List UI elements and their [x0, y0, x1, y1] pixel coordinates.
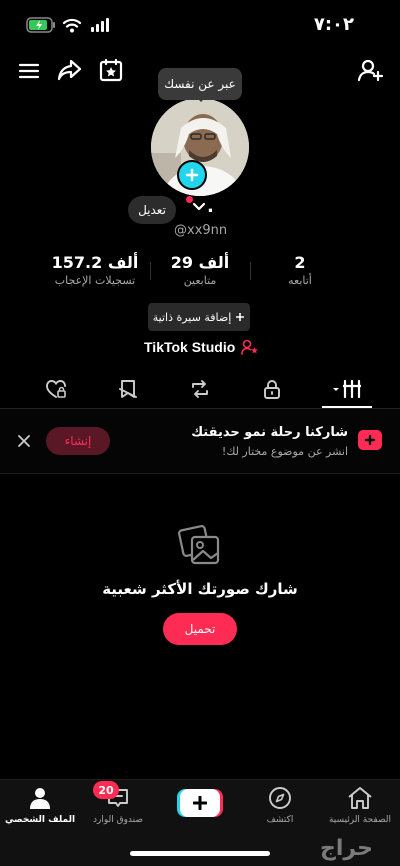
- calendar-star-icon[interactable]: [99, 58, 123, 82]
- share-icon[interactable]: [57, 58, 83, 82]
- heart-lock-icon: [46, 380, 66, 398]
- compass-icon: [269, 787, 291, 809]
- nav-profile-label: الملف الشخصي: [4, 815, 76, 825]
- create-post-face: [180, 789, 220, 817]
- upload-label: تحميل: [184, 622, 216, 636]
- tiktok-studio-link[interactable]: TikTok Studio: [144, 339, 259, 355]
- banner-divider: [0, 473, 400, 474]
- bookmark-hidden-icon: [119, 380, 137, 398]
- menu-icon[interactable]: [18, 60, 40, 82]
- username: @xx9nn: [174, 223, 228, 238]
- inbox-badge-count: 20: [98, 783, 114, 797]
- stat-label: متابعين: [183, 274, 217, 287]
- watermark: حراج: [320, 836, 373, 861]
- plus-icon: [364, 434, 376, 446]
- banner-subtitle: انشر عن موضوع مختار لك!: [221, 445, 348, 458]
- plus-icon: [193, 796, 207, 810]
- chevron-down-icon[interactable]: [192, 202, 206, 212]
- plus-icon: [185, 168, 199, 182]
- signal-icon: [91, 18, 109, 32]
- nav-discover-label: اكتشف: [266, 815, 294, 825]
- stat-followers[interactable]: 29 ألف متابعين: [150, 253, 250, 287]
- tab-saved[interactable]: [98, 372, 158, 406]
- display-name: .: [207, 196, 214, 217]
- upload-button[interactable]: تحميل: [163, 613, 237, 645]
- bio-prompt-text: عبر عن نفسك: [164, 77, 236, 91]
- inbox-badge: 20: [93, 781, 119, 799]
- tab-reposts[interactable]: [170, 372, 230, 406]
- edit-button[interactable]: تعديل: [128, 196, 176, 224]
- empty-title: شارك صورتك الأكثر شعبية: [102, 580, 298, 598]
- stat-value: 29 ألف: [170, 253, 230, 272]
- add-bio-label: إضافة سيرة ذاتية: [152, 310, 232, 324]
- status-time: ٧:٠٢: [313, 14, 354, 35]
- battery-icon: [26, 17, 55, 33]
- promo-banner[interactable]: إنشاء شاركنا رحلة نمو حديقتك انشر عن موض…: [0, 409, 400, 473]
- home-indicator: [130, 851, 270, 856]
- nav-discover[interactable]: اكتشف: [240, 786, 320, 825]
- avatar-add-button[interactable]: [177, 160, 207, 190]
- tab-private[interactable]: [242, 372, 302, 406]
- creator-icon: [241, 339, 259, 355]
- stat-value: 2: [294, 253, 306, 272]
- wifi-icon: [62, 18, 82, 33]
- person-icon: [30, 788, 50, 809]
- create-button[interactable]: إنشاء: [46, 427, 110, 455]
- nav-home[interactable]: الصفحة الرئيسية: [320, 786, 400, 825]
- stat-value: 157.2 ألف: [51, 253, 139, 272]
- create-label: إنشاء: [64, 434, 92, 448]
- photos-icon: [178, 525, 220, 565]
- lock-icon: [264, 380, 280, 399]
- add-post-badge: [358, 430, 382, 450]
- nav-home-label: الصفحة الرئيسية: [328, 815, 392, 825]
- bubble-tail: [195, 96, 207, 102]
- add-user-icon[interactable]: [358, 58, 384, 82]
- stat-label: تسجيلات الإعجاب: [54, 274, 136, 287]
- nav-profile[interactable]: الملف الشخصي: [0, 786, 80, 825]
- banner-title: شاركنا رحلة نمو حديقتك: [191, 425, 348, 440]
- status-bar: ٧:٠٢: [0, 0, 400, 50]
- tab-videos[interactable]: [318, 372, 378, 406]
- create-post-button[interactable]: [177, 789, 223, 817]
- tiktok-studio-label: TikTok Studio: [144, 339, 236, 355]
- stat-label: أتابعه: [288, 274, 312, 287]
- repost-icon: [192, 380, 208, 398]
- plus-icon: [236, 313, 245, 321]
- stat-following[interactable]: 2 أتابعه: [250, 253, 350, 287]
- nav-inbox-label: صندوق الوارد: [92, 815, 144, 825]
- close-icon[interactable]: [17, 434, 31, 448]
- grid-icon: [333, 379, 361, 399]
- add-bio-button[interactable]: إضافة سيرة ذاتية: [148, 303, 250, 331]
- edit-label: تعديل: [138, 203, 166, 217]
- home-icon: [348, 787, 372, 809]
- tab-liked[interactable]: [26, 372, 86, 406]
- stat-likes[interactable]: 157.2 ألف تسجيلات الإعجاب: [40, 253, 150, 287]
